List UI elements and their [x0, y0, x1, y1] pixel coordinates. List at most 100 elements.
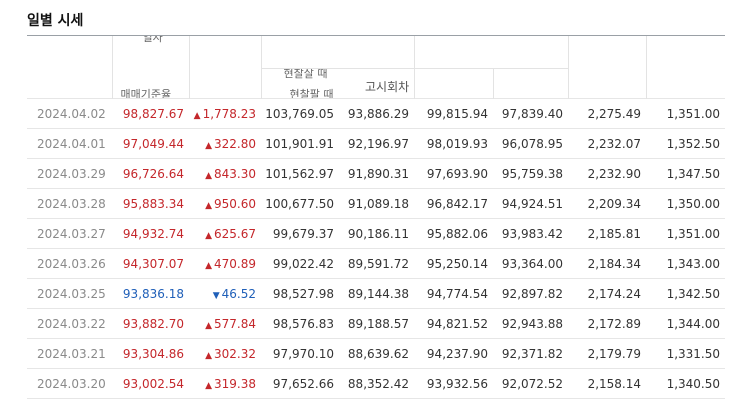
col9-cell: 1,331.50: [646, 338, 725, 369]
receive-cell: 93,983.42: [493, 218, 568, 249]
cash-buy-cell: 103,769.05: [261, 98, 339, 129]
col8-cell: 2,185.81: [568, 218, 646, 249]
col9-cell: 1,350.00: [646, 188, 725, 219]
table-row: 2024.03.29 96,726.64 ▲ 843.30 101,562.97 91,8…: [27, 158, 725, 189]
close-cell: 97,049.44: [112, 128, 189, 159]
header-cash-sell-label: 현찰팔 때: [289, 88, 334, 99]
receive-cell: 92,897.82: [493, 278, 568, 309]
cash-sell-cell: 89,188.57: [339, 308, 414, 339]
triangle-up-icon: ▲: [205, 170, 212, 181]
receive-cell: 97,839.40: [493, 98, 568, 129]
close-cell: 96,726.64: [112, 158, 189, 189]
table-row: 2024.04.02 98,827.67 ▲ 1,778.23 103,769.05 93…: [27, 98, 725, 129]
triangle-up-icon: ▲: [205, 320, 212, 331]
change-value: 319.38: [214, 376, 256, 391]
table-row: 2024.04.01 97,049.44 ▲ 322.80 101,901.91 92,1…: [27, 128, 725, 159]
close-cell: 98,827.67: [112, 98, 189, 129]
table-row: 2024.03.25 93,836.18 ▼ 46.52 98,527.98 89,144…: [27, 278, 725, 309]
table-row: 2024.03.20 93,002.54 ▲ 319.38 97,652.66 88,35…: [27, 368, 725, 399]
cash-sell-cell: 92,196.97: [339, 128, 414, 159]
cash-sell-cell: 91,089.18: [339, 188, 414, 219]
col9-cell: 1,352.50: [646, 128, 725, 159]
col9-cell: 1,342.50: [646, 278, 725, 309]
close-cell: 94,932.74: [112, 218, 189, 249]
cash-buy-cell: 97,652.66: [261, 368, 339, 399]
col8-cell: 2,184.34: [568, 248, 646, 279]
cash-buy-cell: 100,677.50: [261, 188, 339, 219]
triangle-up-icon: ▲: [193, 110, 201, 121]
header-cash-buy-label: 현찰살 때: [283, 68, 328, 81]
receive-cell: 95,759.38: [493, 158, 568, 189]
header-notice-label: 고시회차: [365, 80, 410, 94]
col9-cell: 1,351.00: [646, 98, 725, 129]
cash-buy-cell: 98,576.83: [261, 308, 339, 339]
change-cell: ▼ 46.52: [189, 278, 261, 309]
change-cell: ▲ 1,778.23: [189, 98, 261, 129]
header-cash-group: [260, 35, 414, 69]
receive-cell: 92,371.82: [493, 338, 568, 369]
close-cell: 95,883.34: [112, 188, 189, 219]
col8-cell: 2,158.14: [568, 368, 646, 399]
table-row: 2024.03.28 95,883.34 ▲ 950.60 100,677.50 91,0…: [27, 188, 725, 219]
send-cell: 95,882.06: [414, 218, 493, 249]
cash-buy-cell: 99,679.37: [261, 218, 339, 249]
col8-cell: 2,172.89: [568, 308, 646, 339]
col9-cell: 1,351.00: [646, 218, 725, 249]
header-date: [27, 35, 112, 99]
triangle-up-icon: ▲: [205, 230, 212, 241]
cash-sell-cell: 88,352.42: [339, 368, 414, 399]
change-value: 46.52: [221, 286, 256, 301]
cash-buy-cell: 99,022.42: [261, 248, 339, 279]
header-receive: [492, 68, 568, 99]
col9-cell: 1,344.00: [646, 308, 725, 339]
change-value: 1,778.23: [202, 106, 256, 121]
triangle-up-icon: ▲: [205, 350, 212, 361]
receive-cell: 96,078.95: [493, 128, 568, 159]
close-cell: 93,002.54: [112, 368, 189, 399]
header-close: 일자 매매기준율: [111, 35, 189, 99]
triangle-up-icon: ▲: [205, 200, 212, 211]
change-cell: ▲ 319.38: [189, 368, 261, 399]
cash-sell-cell: 90,186.11: [339, 218, 414, 249]
date-cell: 2024.03.27: [27, 218, 112, 249]
triangle-down-icon: ▼: [212, 290, 220, 301]
col8-cell: 2,174.24: [568, 278, 646, 309]
date-cell: 2024.03.22: [27, 308, 112, 339]
header-col8: [567, 35, 646, 99]
change-cell: ▲ 302.32: [189, 338, 261, 369]
send-cell: 94,774.54: [414, 278, 493, 309]
change-value: 302.32: [214, 346, 256, 361]
col8-cell: 2,179.79: [568, 338, 646, 369]
date-cell: 2024.03.25: [27, 278, 112, 309]
table-row: 2024.03.26 94,307.07 ▲ 470.89 99,022.42 89,59…: [27, 248, 725, 279]
cash-sell-cell: 88,639.62: [339, 338, 414, 369]
table-row: 2024.03.22 93,882.70 ▲ 577.84 98,576.83 89,18…: [27, 308, 725, 339]
close-cell: 94,307.07: [112, 248, 189, 279]
receive-cell: 93,364.00: [493, 248, 568, 279]
col9-cell: 1,340.50: [646, 368, 725, 399]
date-cell: 2024.03.21: [27, 338, 112, 369]
col8-cell: 2,209.34: [568, 188, 646, 219]
receive-cell: 94,924.51: [493, 188, 568, 219]
send-cell: 94,237.90: [414, 338, 493, 369]
cash-buy-cell: 98,527.98: [261, 278, 339, 309]
date-cell: 2024.03.29: [27, 158, 112, 189]
change-cell: ▲ 625.67: [189, 218, 261, 249]
send-cell: 99,815.94: [414, 98, 493, 129]
section-title: 일별 시세: [27, 13, 84, 29]
table-body: 2024.04.02 98,827.67 ▲ 1,778.23 103,769.05 93…: [27, 98, 725, 399]
close-cell: 93,304.86: [112, 338, 189, 369]
change-cell: ▲ 577.84: [189, 308, 261, 339]
close-cell: 93,836.18: [112, 278, 189, 309]
change-value: 322.80: [214, 136, 256, 151]
triangle-up-icon: ▲: [205, 140, 212, 151]
send-cell: 96,842.17: [414, 188, 493, 219]
header-date-label: 일자: [142, 35, 163, 45]
change-cell: ▲ 322.80: [189, 128, 261, 159]
date-cell: 2024.03.28: [27, 188, 112, 219]
header-close-label: 매매기준율: [120, 88, 172, 99]
col9-cell: 1,347.50: [646, 158, 725, 189]
cash-sell-cell: 89,144.38: [339, 278, 414, 309]
cash-buy-cell: 101,562.97: [261, 158, 339, 189]
col8-cell: 2,275.49: [568, 98, 646, 129]
